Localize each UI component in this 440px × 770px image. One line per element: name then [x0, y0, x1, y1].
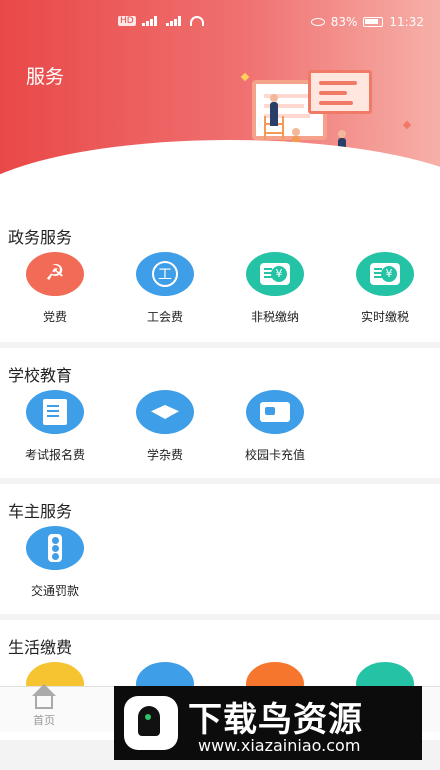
service-label: 考试报名费 — [24, 448, 85, 462]
service-tuition[interactable]: 学杂费 — [110, 390, 220, 463]
service-realtime-tax[interactable]: 实时缴税 — [330, 252, 440, 325]
form-icon — [26, 390, 84, 434]
service-label: 党费 — [42, 310, 67, 324]
battery-icon — [363, 17, 384, 27]
service-traffic-fine[interactable]: 交通罚款 — [0, 526, 110, 599]
hd-badge: HD — [118, 16, 136, 26]
union-icon: 工 — [136, 252, 194, 296]
watermark-url: www.xiazainiao.com — [198, 736, 361, 755]
section-title: 生活缴费 — [8, 638, 73, 657]
service-grid: 交通罚款 — [0, 522, 440, 612]
service-exam-fee[interactable]: 考试报名费 — [0, 390, 110, 463]
service-campus-card[interactable]: 校园卡充值 — [220, 390, 330, 463]
section-education: 学校教育 考试报名费 学杂费 校园卡充值 — [0, 348, 440, 478]
traffic-light-icon — [26, 526, 84, 570]
signal-icon — [165, 16, 184, 26]
illustration-spark — [402, 120, 412, 130]
campus-card-icon — [246, 390, 304, 434]
watermark-title: 下载鸟资源 — [188, 700, 363, 740]
home-icon — [35, 693, 53, 709]
status-bar: HD 83% 11:32 — [0, 0, 440, 44]
service-label: 交通罚款 — [30, 584, 79, 598]
graduation-cap-icon — [136, 390, 194, 434]
illustration-person — [270, 94, 278, 126]
section-title: 政务服务 — [8, 228, 73, 247]
watermark-logo-icon — [124, 696, 178, 750]
wallet-icon — [246, 252, 304, 296]
battery-percent: 83% — [330, 15, 358, 29]
service-list: 政务服务 ☭ 党费 工 工会费 非税缴纳 实时缴税 — [0, 190, 440, 740]
section-title: 学校教育 — [8, 366, 73, 385]
service-grid: 考试报名费 学杂费 校园卡充值 — [0, 386, 440, 476]
header-banner: HD 83% 11:32 服务 — [0, 0, 440, 190]
service-union-fee[interactable]: 工 工会费 — [110, 252, 220, 325]
party-emblem-icon: ☭ — [26, 252, 84, 296]
service-nontax-payment[interactable]: 非税缴纳 — [220, 252, 330, 325]
service-label: 实时缴税 — [360, 310, 409, 324]
illustration-spark — [240, 72, 250, 82]
clock: 11:32 — [389, 15, 424, 29]
wallet-icon — [356, 252, 414, 296]
watermark-banner: 下载鸟资源 www.xiazainiao.com — [114, 686, 422, 760]
tab-home-label: 首页 — [33, 714, 55, 727]
status-right: 83% 11:32 — [310, 15, 424, 29]
illustration-board — [308, 70, 372, 114]
wifi-icon — [189, 16, 204, 26]
eye-icon — [310, 18, 325, 26]
app-screen: HD 83% 11:32 服务 政务服务 ☭ 党费 工 工会费 ¥ 非税缴纳 ¥… — [0, 0, 440, 770]
service-grid: ☭ 党费 工 工会费 非税缴纳 实时缴税 — [0, 248, 440, 338]
status-indicators: HD — [118, 16, 204, 26]
service-label: 学杂费 — [146, 448, 183, 462]
section-government: 政务服务 ☭ 党费 工 工会费 非税缴纳 实时缴税 — [0, 190, 440, 342]
service-label: 非税缴纳 — [250, 310, 299, 324]
service-label: 校园卡充值 — [244, 448, 305, 462]
service-label: 工会费 — [146, 310, 183, 324]
signal-icon — [141, 16, 160, 26]
section-vehicle: 车主服务 交通罚款 — [0, 484, 440, 614]
tab-home[interactable]: 首页 — [22, 693, 66, 728]
section-title: 车主服务 — [8, 502, 73, 521]
service-party-fee[interactable]: ☭ 党费 — [0, 252, 110, 325]
page-title: 服务 — [26, 66, 65, 88]
